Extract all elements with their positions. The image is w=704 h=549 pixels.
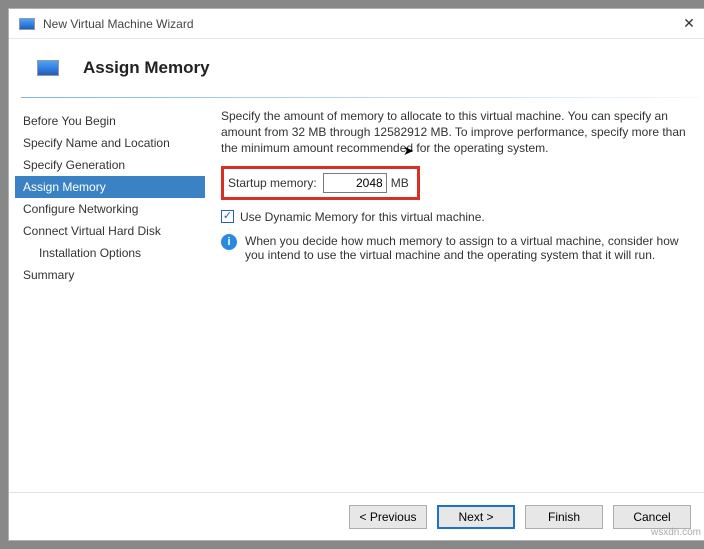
checkbox-icon[interactable]: ✓ [221, 210, 234, 223]
sidebar-item-2[interactable]: Specify Generation [15, 154, 205, 176]
sidebar-item-6[interactable]: Installation Options [15, 242, 205, 264]
memory-unit: MB [391, 176, 409, 190]
info-icon: i [221, 234, 237, 250]
memory-input[interactable] [323, 173, 387, 193]
previous-button[interactable]: < Previous [349, 505, 427, 529]
wizard-header: Assign Memory [9, 39, 704, 97]
dynamic-memory-label: Use Dynamic Memory for this virtual mach… [240, 210, 485, 224]
titlebar: New Virtual Machine Wizard ✕ [9, 9, 704, 39]
sidebar-item-0[interactable]: Before You Begin [15, 110, 205, 132]
sidebar-item-5[interactable]: Connect Virtual Hard Disk [15, 220, 205, 242]
wizard-window: New Virtual Machine Wizard ✕ Assign Memo… [8, 8, 704, 541]
window-title: New Virtual Machine Wizard [43, 17, 194, 31]
close-icon[interactable]: ✕ [667, 15, 704, 32]
wizard-content: Specify the amount of memory to allocate… [205, 98, 704, 493]
page-title: Assign Memory [83, 58, 210, 78]
description-text: Specify the amount of memory to allocate… [221, 108, 693, 157]
info-text: When you decide how much memory to assig… [245, 234, 693, 262]
sidebar-item-7[interactable]: Summary [15, 264, 205, 286]
header-vm-icon [37, 60, 59, 76]
info-row: i When you decide how much memory to ass… [221, 234, 693, 262]
startup-memory-row: Startup memory: MB [221, 166, 420, 200]
vm-icon [19, 18, 35, 30]
dynamic-memory-row[interactable]: ✓ Use Dynamic Memory for this virtual ma… [221, 210, 693, 224]
sidebar-item-3[interactable]: Assign Memory [15, 176, 205, 198]
memory-label: Startup memory: [228, 176, 317, 190]
next-button[interactable]: Next > [437, 505, 515, 529]
sidebar-item-1[interactable]: Specify Name and Location [15, 132, 205, 154]
wizard-sidebar: Before You BeginSpecify Name and Locatio… [9, 98, 205, 493]
sidebar-item-4[interactable]: Configure Networking [15, 198, 205, 220]
wizard-body: Before You BeginSpecify Name and Locatio… [9, 98, 704, 493]
cancel-button[interactable]: Cancel [613, 505, 691, 529]
finish-button[interactable]: Finish [525, 505, 603, 529]
